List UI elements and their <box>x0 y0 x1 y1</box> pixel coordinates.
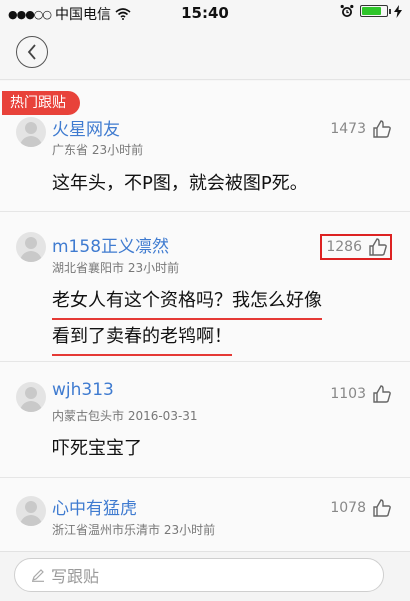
comment-text: 这年头，不P图，就会被图P死。 <box>52 169 308 195</box>
like-button[interactable]: 1078 <box>330 498 392 518</box>
avatar[interactable] <box>16 117 46 147</box>
like-count: 1103 <box>330 386 366 402</box>
comment-text: 吓死宝宝了 <box>52 434 142 460</box>
alarm-icon <box>340 4 354 17</box>
comment-text-line: 老女人有这个资格吗？我怎么好像 <box>52 284 322 320</box>
status-bar: ●●●○○ 中国电信 15:40 <box>0 0 410 24</box>
comment-username[interactable]: wjh313 <box>52 380 114 400</box>
pencil-icon <box>32 569 44 582</box>
comment-username[interactable]: m158正义凛然 <box>52 232 169 257</box>
like-button[interactable]: 1286 <box>320 234 392 260</box>
comment-item: 心中有猛虎 浙江省温州市乐清市 23小时前 1078 <box>0 478 410 551</box>
hot-comments-label: 热门跟贴 <box>2 91 80 115</box>
avatar[interactable] <box>16 382 46 412</box>
comment-text-line: 这年头，不P图，就会被图P死。 <box>52 173 308 194</box>
comment-meta: 内蒙古包头市 2016-03-31 <box>52 409 198 423</box>
nav-bar <box>0 24 410 80</box>
back-button[interactable] <box>16 36 48 68</box>
battery-icon <box>360 5 391 17</box>
thumbs-up-icon <box>373 499 391 517</box>
like-count: 1473 <box>330 121 366 137</box>
comment-meta: 浙江省温州市乐清市 23小时前 <box>52 523 216 537</box>
comment-text: 老女人有这个资格吗？我怎么好像 看到了卖春的老鸨啊！ <box>52 284 322 356</box>
thumbs-up-icon <box>369 238 387 256</box>
charging-icon <box>394 4 402 18</box>
comment-text-line: 吓死宝宝了 <box>52 438 142 459</box>
chevron-left-icon <box>27 44 36 60</box>
avatar[interactable] <box>16 496 46 526</box>
like-count: 1078 <box>330 500 366 516</box>
thumbs-up-icon <box>373 385 391 403</box>
comment-item: m158正义凛然 湖北省襄阳市 23小时前 1286 老女人有这个资格吗？我怎么… <box>0 212 410 362</box>
reply-bar: 写跟贴 <box>0 551 410 601</box>
comment-meta: 广东省 23小时前 <box>52 143 144 157</box>
thumbs-up-icon <box>373 120 391 138</box>
comment-list: 热门跟贴 火星网友 广东省 23小时前 1473 这年头，不P图，就会被图P死。… <box>0 81 410 551</box>
like-count: 1286 <box>326 239 362 255</box>
avatar[interactable] <box>16 232 46 262</box>
comment-text-line: 看到了卖春的老鸨啊！ <box>52 320 232 356</box>
comment-username[interactable]: 心中有猛虎 <box>52 494 137 519</box>
comment-meta: 湖北省襄阳市 23小时前 <box>52 261 180 275</box>
like-button[interactable]: 1103 <box>330 384 392 404</box>
like-button[interactable]: 1473 <box>330 119 392 139</box>
comment-username[interactable]: 火星网友 <box>52 115 120 140</box>
reply-placeholder: 写跟贴 <box>51 567 100 586</box>
comment-item: wjh313 内蒙古包头市 2016-03-31 1103 吓死宝宝了 <box>0 362 410 478</box>
reply-input[interactable]: 写跟贴 <box>14 558 384 592</box>
